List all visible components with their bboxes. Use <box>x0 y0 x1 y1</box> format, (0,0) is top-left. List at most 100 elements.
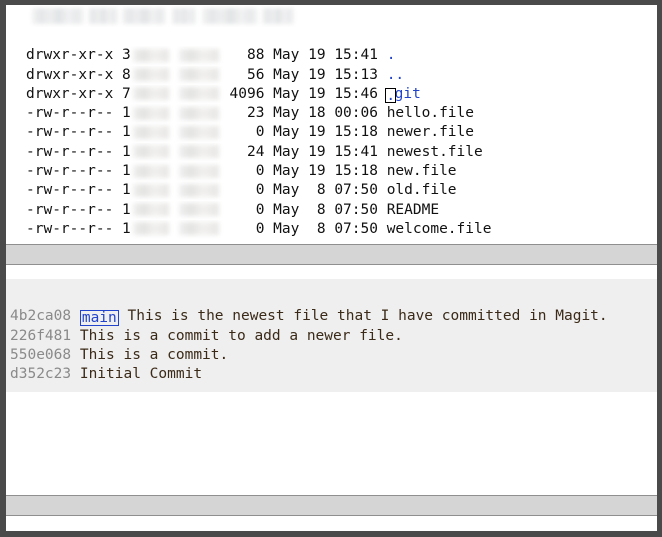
dired-entry-owner-redacted <box>133 145 169 158</box>
magit-branch-badge[interactable]: main <box>80 310 119 326</box>
dired-entry-row[interactable]: drwxr-xr-x 8 56 May 19 15:13 .. <box>6 66 657 85</box>
dired-entry-list[interactable]: drwxr-xr-x 3 88 May 19 15:41 .drwxr-xr-x… <box>6 46 657 239</box>
magit-commit-list[interactable]: 4b2ca08 main This is the newest file tha… <box>8 307 657 384</box>
dired-entry-group-redacted <box>179 126 219 139</box>
magit-commit-row[interactable]: 226f481 This is a commit to add a newer … <box>8 327 657 346</box>
dired-entry-group-redacted <box>179 68 219 81</box>
dired-entry-day: 18 <box>308 105 325 121</box>
dired-entry-permissions: drwxr-xr-x <box>26 67 113 83</box>
dired-entry-row[interactable]: -rw-r--r-- 1 0 May 19 15:18 new.file <box>6 162 657 181</box>
magit-commit-row[interactable]: 4b2ca08 main This is the newest file tha… <box>8 307 657 326</box>
dired-entry-name[interactable]: .. <box>387 67 404 83</box>
dired-entry-day: 19 <box>308 47 325 63</box>
dired-entry-link-count: 7 <box>122 86 131 102</box>
dired-entry-permissions: drwxr-xr-x <box>26 86 113 102</box>
dired-entry-month: May <box>273 47 299 63</box>
dired-entry-link-count: 1 <box>122 105 131 121</box>
dired-entry-row[interactable]: -rw-r--r-- 1 0 May 8 07:50 welcome.file <box>6 220 657 239</box>
dired-entry-size: 88 <box>221 47 265 63</box>
dired-window[interactable]: total used in directory 20 available 13.… <box>6 5 657 258</box>
dired-entry-row[interactable]: -rw-r--r-- 1 0 May 8 07:50 old.file <box>6 181 657 200</box>
dired-entry-owner-redacted <box>133 87 169 100</box>
magit-commit-row[interactable]: 550e068 This is a commit. <box>8 346 657 365</box>
dired-entry-size: 0 <box>221 202 265 218</box>
magit-commit-message: Initial Commit <box>80 366 202 382</box>
dired-entry-month: May <box>273 105 299 121</box>
dired-entry-group-redacted <box>179 87 219 100</box>
magit-commit-message: This is a commit to add a newer file. <box>80 328 403 344</box>
dired-entry-permissions: drwxr-xr-x <box>26 47 113 63</box>
dired-entry-link-count: 8 <box>122 67 131 83</box>
dired-entry-size: 0 <box>221 124 265 140</box>
dired-entry-day: 8 <box>308 202 325 218</box>
dired-entry-time: 15:13 <box>334 67 378 83</box>
dired-entry-owner-redacted <box>133 222 169 235</box>
dired-entry-name[interactable]: welcome.file <box>387 221 492 237</box>
dired-entry-owner-redacted <box>133 49 169 62</box>
dired-entry-link-count: 1 <box>122 221 131 237</box>
dired-entry-size: 56 <box>221 67 265 83</box>
dired-entry-row[interactable]: -rw-r--r-- 1 24 May 19 15:41 newest.file <box>6 143 657 162</box>
dired-entry-owner-redacted <box>133 126 169 139</box>
magit-commit-message: This is a commit. <box>80 347 228 363</box>
magit-commit-hash[interactable]: 550e068 <box>10 347 71 363</box>
dired-entry-time: 15:18 <box>334 124 378 140</box>
dired-entry-day: 19 <box>308 67 325 83</box>
dired-entry-day: 19 <box>308 163 325 179</box>
dired-entry-size: 23 <box>221 105 265 121</box>
magit-commit-hash[interactable]: 226f481 <box>10 328 71 344</box>
dired-entry-group-redacted <box>179 203 219 216</box>
emacs-frame: total used in directory 20 available 13.… <box>0 0 662 537</box>
dired-entry-owner-redacted <box>133 184 169 197</box>
magit-commit-hash[interactable]: d352c23 <box>10 366 71 382</box>
dired-entry-permissions: -rw-r--r-- <box>26 221 113 237</box>
dired-entry-month: May <box>273 221 299 237</box>
dired-entry-row[interactable]: drwxr-xr-x 3 88 May 19 15:41 . <box>6 46 657 65</box>
magit-modeline: U:%%- magit: sample-project All (3,0) (M… <box>6 495 657 516</box>
dired-entry-day: 19 <box>308 124 325 140</box>
dired-entry-owner-redacted <box>133 68 169 81</box>
dired-entry-link-count: 1 <box>122 182 131 198</box>
dired-entry-permissions: -rw-r--r-- <box>26 202 113 218</box>
dired-entry-name[interactable]: old.file <box>387 182 457 198</box>
dired-entry-name[interactable]: git <box>395 86 421 102</box>
dired-entry-row[interactable]: -rw-r--r-- 1 0 May 8 07:50 README <box>6 201 657 220</box>
dired-entry-name[interactable]: newest.file <box>387 144 483 160</box>
dired-entry-row[interactable]: -rw-r--r-- 1 0 May 19 15:18 newer.file <box>6 123 657 142</box>
dired-entry-permissions: -rw-r--r-- <box>26 144 113 160</box>
dired-entry-permissions: -rw-r--r-- <box>26 105 113 121</box>
dired-entry-link-count: 1 <box>122 144 131 160</box>
dired-entry-row[interactable]: -rw-r--r-- 1 23 May 18 00:06 hello.file <box>6 104 657 123</box>
dired-entry-name[interactable]: . <box>387 47 396 63</box>
dired-entry-day: 8 <box>308 221 325 237</box>
dired-entry-owner-redacted <box>133 107 169 120</box>
dired-entry-day: 19 <box>308 144 325 160</box>
redacted-directory-path <box>6 6 657 27</box>
dired-entry-group-redacted <box>179 107 219 120</box>
dired-entry-size: 24 <box>221 144 265 160</box>
dired-entry-link-count: 3 <box>122 47 131 63</box>
magit-commit-hash[interactable]: 4b2ca08 <box>10 308 71 324</box>
dired-entry-group-redacted <box>179 184 219 197</box>
magit-recent-commits-section[interactable]: Recent commits 4b2ca08 main This is the … <box>6 279 657 392</box>
magit-commit-row[interactable]: d352c23 Initial Commit <box>8 365 657 384</box>
magit-section-heading[interactable]: Recent commits <box>8 288 657 307</box>
dired-entry-name[interactable]: new.file <box>387 163 457 179</box>
dired-entry-month: May <box>273 124 299 140</box>
point-cursor: . <box>385 88 396 103</box>
dired-entry-size: 0 <box>221 182 265 198</box>
dired-entry-time: 15:46 <box>334 86 378 102</box>
dired-entry-row[interactable]: drwxr-xr-x 7 4096 May 19 15:46 .git <box>6 85 657 104</box>
dired-entry-month: May <box>273 67 299 83</box>
echo-area-minibuffer[interactable] <box>6 516 657 537</box>
dired-modeline: U:%%- sample-project All (5,41) (Dired b… <box>6 244 657 265</box>
dired-entry-month: May <box>273 182 299 198</box>
dired-entry-name[interactable]: README <box>387 202 439 218</box>
dired-entry-day: 8 <box>308 182 325 198</box>
dired-entry-month: May <box>273 202 299 218</box>
dired-entry-name[interactable]: newer.file <box>387 124 474 140</box>
dired-entry-time: 15:41 <box>334 47 378 63</box>
dired-entry-name[interactable]: hello.file <box>387 105 474 121</box>
magit-status-window[interactable]: Recent commits 4b2ca08 main This is the … <box>6 279 657 531</box>
dired-entry-group-redacted <box>179 222 219 235</box>
